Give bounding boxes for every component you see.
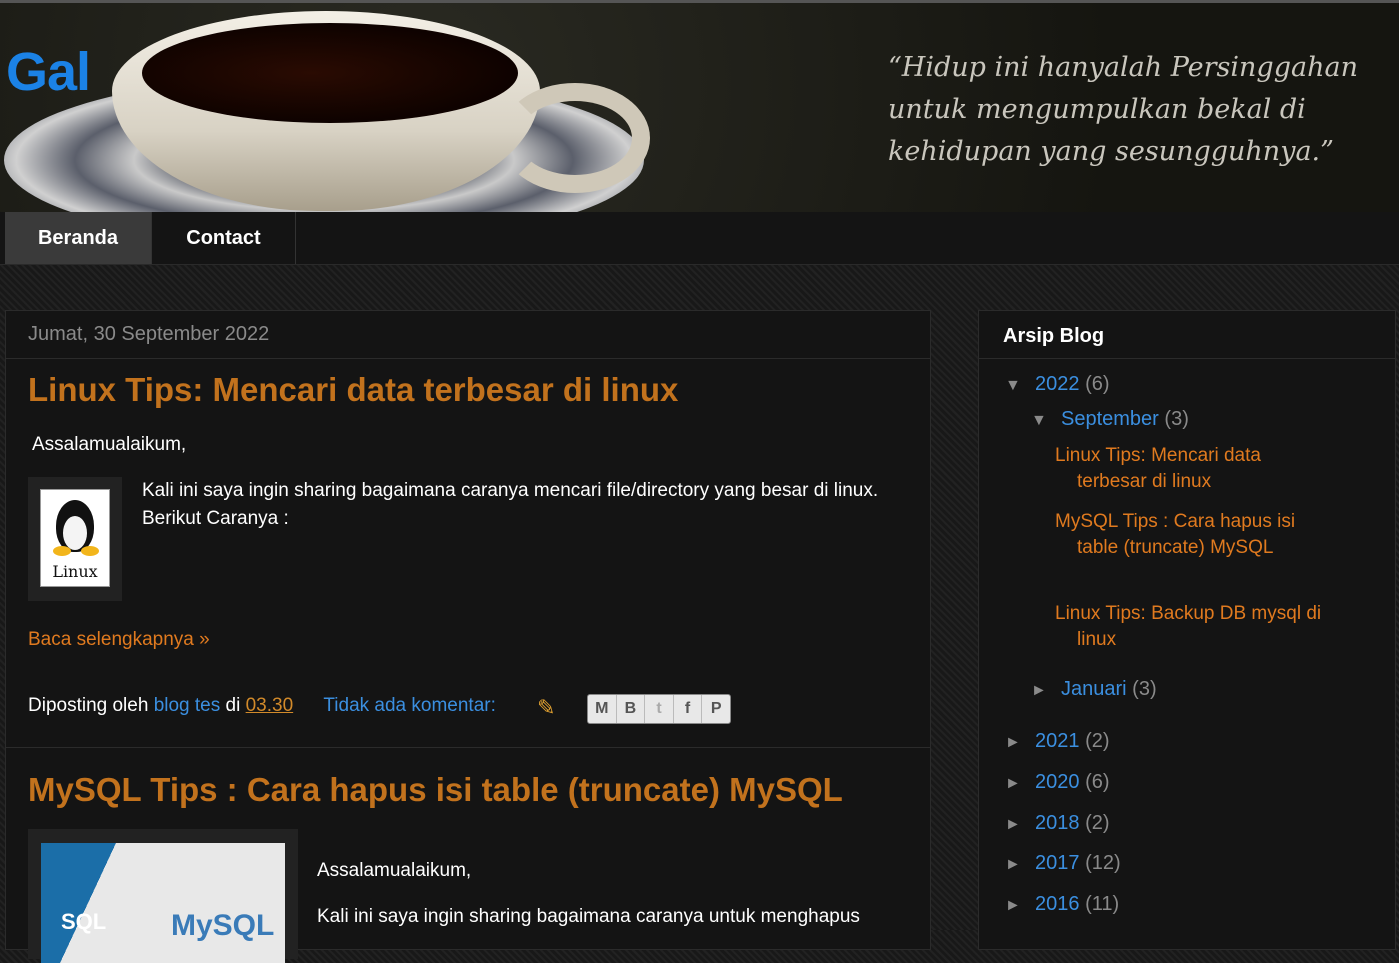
expand-arrow-icon[interactable]: ► [1005,897,1035,915]
archive-month-september[interactable]: ▼ September (3) [1031,408,1189,431]
post-title-linux[interactable]: Linux Tips: Mencari data terbesar di lin… [28,371,678,409]
read-more-link[interactable]: Baca selengkapnya » [28,629,210,651]
linux-image-label: Linux [52,562,98,581]
archive-year-label[interactable]: 2020 [1035,771,1080,793]
archive-month-label[interactable]: Januari [1061,678,1127,700]
archive-count: (12) [1085,852,1121,874]
posted-by-label: Diposting oleh [28,695,149,716]
post-title-mysql[interactable]: MySQL Tips : Cara hapus isi table (trunc… [28,771,843,809]
mysql-logo-image: SQL MySQL [41,843,285,963]
archive-post-link[interactable]: Linux Tips: Mencari data terbesar di lin… [1055,443,1335,495]
post-footer: Diposting oleh blog tes di 03.30 Tidak a… [28,695,496,717]
archive-year-2021[interactable]: ► 2021 (2) [1005,730,1110,753]
post-greeting-mysql: Assalamualaikum, [317,860,472,881]
expand-arrow-icon[interactable]: ► [1005,734,1035,752]
nav-item-contact[interactable]: Contact [152,212,296,264]
archive-year-2020[interactable]: ► 2020 (6) [1005,771,1110,794]
nav-item-beranda[interactable]: Beranda [5,212,152,264]
pinterest-icon[interactable]: P [702,695,730,723]
archive-year-2018[interactable]: ► 2018 (2) [1005,812,1110,835]
blogger-icon[interactable]: B [617,695,646,723]
post-greeting: Assalamualaikum, [32,434,187,455]
expand-arrow-icon[interactable]: ► [1031,682,1061,700]
post-body: Kali ini saya ingin sharing bagaimana ca… [142,480,879,529]
archive-year-label[interactable]: 2017 [1035,852,1080,874]
author-link[interactable]: blog tes [154,695,221,716]
archive-count: (6) [1085,771,1110,793]
archive-year-2016[interactable]: ► 2016 (11) [1005,893,1119,916]
coffee-image [142,23,518,123]
archive-month-januari[interactable]: ► Januari (3) [1031,678,1157,701]
expand-arrow-icon[interactable]: ► [1005,775,1035,793]
archive-year-label[interactable]: 2018 [1035,812,1080,834]
archive-count: (2) [1085,812,1110,834]
linux-tux-image: Linux [40,489,110,587]
archive-count: (3) [1132,678,1157,700]
post-time-link[interactable]: 03.30 [246,695,294,716]
header-quote: “Hidup ini hanyalah Persinggahan untuk m… [888,52,1358,167]
top-nav: Beranda Contact [0,212,1399,265]
blog-header: Gal “Hidup ini hanyalah Persinggahan unt… [0,0,1399,212]
facebook-icon[interactable]: f [674,695,703,723]
twitter-icon[interactable]: t [645,695,674,723]
tux-foot-right [81,546,99,556]
archive-post-link[interactable]: MySQL Tips : Cara hapus isi table (trunc… [1055,509,1335,561]
expand-arrow-icon[interactable]: ► [1005,856,1035,874]
main-column: Jumat, 30 September 2022 Linux Tips: Men… [5,310,931,963]
collapse-arrow-icon[interactable]: ▼ [1031,412,1061,430]
tux-foot-left [53,546,71,556]
tux-belly [63,516,87,550]
comments-link[interactable]: Tidak ada komentar: [323,695,496,716]
archive-count: (6) [1085,373,1110,395]
archive-month-label[interactable]: September [1061,408,1159,430]
date-header: Jumat, 30 September 2022 [6,311,930,359]
sql-image-label: SQL [61,909,107,934]
post-body-mysql: Kali ini saya ingin sharing bagaimana ca… [317,906,860,927]
archive-count: (3) [1164,408,1189,430]
archive-year-label[interactable]: 2022 [1035,373,1080,395]
cup-handle-image [500,83,650,193]
collapse-arrow-icon[interactable]: ▼ [1005,377,1035,395]
archive-year-label[interactable]: 2021 [1035,730,1080,752]
post-thumbnail-mysql: SQL MySQL [28,829,298,963]
share-buttons: M B t f P [587,694,731,724]
post-divider [6,747,930,748]
sidebar: Arsip Blog ▼ 2022 (6) ▼ September (3) Linu… [978,310,1396,950]
mysql-image-label: MySQL [171,909,275,942]
expand-arrow-icon[interactable]: ► [1005,816,1035,834]
archive-year-label[interactable]: 2016 [1035,893,1080,915]
archive-title: Arsip Blog [979,311,1395,359]
edit-pencil-icon[interactable]: ✎ [537,695,555,721]
post-thumbnail: Linux [28,477,122,601]
archive-year-2022[interactable]: ▼ 2022 (6) [1005,373,1110,396]
archive-post-link[interactable]: Linux Tips: Backup DB mysql di linux [1055,601,1335,653]
email-icon[interactable]: M [588,695,617,723]
archive-count: (11) [1085,893,1120,915]
blog-title[interactable]: Gal [6,41,91,103]
archive-year-2017[interactable]: ► 2017 (12) [1005,852,1121,875]
at-label: di [225,695,241,716]
archive-count: (2) [1085,730,1110,752]
